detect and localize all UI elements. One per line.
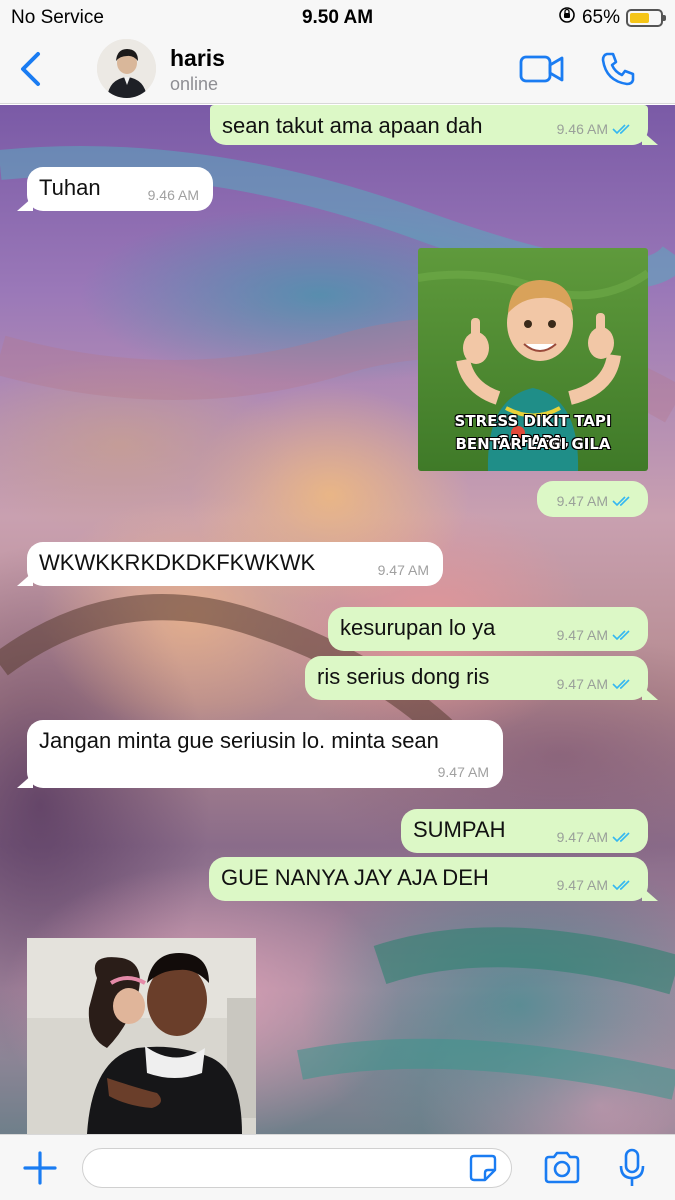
phone-icon [601,52,635,86]
chevron-left-icon [21,52,40,86]
message-text: Tuhan [39,175,101,200]
message-outgoing[interactable]: sean takut ama apaan dah 9.46 AM [210,105,658,145]
double-check-icon [612,124,630,135]
video-camera-icon [519,55,564,83]
message-meta: 9.47 AM [557,627,634,643]
microphone-button[interactable] [618,1148,646,1188]
double-check-icon [612,880,630,891]
message-meta: 9.46 AM [557,121,634,137]
message-meta: 9.47 AM [438,764,489,780]
contact-status: online [170,74,219,94]
input-bar [0,1134,675,1200]
sticker-button[interactable] [468,1153,498,1183]
double-check-icon [612,496,630,507]
message-time: 9.47 AM [437,764,489,780]
image-message-kid-meme[interactable]: STRESS DIKIT TAPI GAPAPA, BENTAR LAGI GI… [418,248,648,471]
voice-call-button[interactable] [598,49,638,89]
message-incoming[interactable]: Tuhan 9.46 AM [17,167,213,211]
status-bar: No Service 9.50 AM 65% [0,0,675,34]
avatar[interactable] [97,39,156,98]
message-outgoing[interactable]: SUMPAH 9.47 AM [401,809,648,853]
message-time: 9.47 AM [377,562,429,578]
sticker-icon [469,1154,497,1182]
microphone-icon [619,1148,645,1186]
camera-icon [544,1151,580,1184]
double-check-icon [612,832,630,843]
message-time: 9.47 AM [556,627,608,643]
hug-photo [27,938,256,1134]
message-outgoing[interactable]: GUE NANYA JAY AJA DEH 9.47 AM [209,857,658,901]
chat-header: haris online [0,34,675,104]
message-time: 9.47 AM [556,493,608,509]
message-time: 9.47 AM [556,829,608,845]
message-meta: 9.47 AM [557,877,634,893]
message-time: 9.47 AM [556,676,608,692]
message-time: 9.47 AM [556,877,608,893]
message-meta: 9.47 AM [378,562,429,578]
message-text: kesurupan lo ya [340,615,496,640]
double-check-icon [612,679,630,690]
meme-caption-line2: BENTAR LAGI GILA [455,435,611,453]
image-message-meta: 9.47 AM [537,481,648,517]
message-time: 9.46 AM [556,121,608,137]
battery-percent: 65% [581,7,620,28]
message-incoming[interactable]: WKWKKRKDKDKFKWKWK 9.47 AM [17,542,443,586]
message-outgoing[interactable]: ris serius dong ris 9.47 AM [305,656,658,700]
message-incoming[interactable]: Jangan minta gue seriusin lo. minta sean… [17,720,503,788]
orientation-lock-icon [558,6,576,30]
plus-icon [23,1151,57,1185]
message-input[interactable] [82,1148,512,1188]
message-time: 9.46 AM [147,187,199,203]
message-text: WKWKKRKDKDKFKWKWK [39,550,316,575]
message-outgoing[interactable]: kesurupan lo ya 9.47 AM [328,607,648,651]
status-right: 65% [558,6,666,30]
message-text: sean takut ama apaan dah [222,113,483,138]
back-button[interactable] [14,50,48,88]
message-meta: 9.47 AM [557,676,634,692]
message-text: SUMPAH [413,817,506,842]
double-check-icon [612,630,630,641]
attach-button[interactable] [22,1150,58,1186]
message-meta: 9.46 AM [148,187,199,203]
camera-button[interactable] [542,1150,582,1186]
message-text: Jangan minta gue seriusin lo. minta sean [39,728,439,753]
video-call-button[interactable] [519,52,565,86]
battery-fill [630,13,649,23]
chat-area[interactable]: sean takut ama apaan dah 9.46 AM Tuhan 9… [0,105,675,1134]
message-text: GUE NANYA JAY AJA DEH [221,865,489,890]
image-message-hug-meme[interactable] [27,938,256,1134]
message-meta: 9.47 AM [557,493,634,509]
battery-icon [626,9,666,27]
message-meta: 9.47 AM [557,829,634,845]
message-text: ris serius dong ris [317,664,490,689]
contact-name[interactable]: haris [170,45,225,72]
